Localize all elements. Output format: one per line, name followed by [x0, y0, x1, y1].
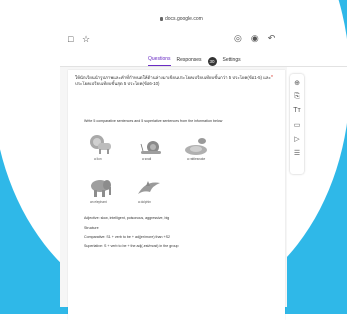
address-bar[interactable]: docs.google.com — [160, 14, 210, 23]
url-text: docs.google.com — [165, 15, 203, 22]
window-icon[interactable]: □ — [68, 34, 73, 44]
snake-caption: a rattlesnake — [187, 157, 206, 161]
elephant-caption: an elephant — [90, 200, 107, 204]
adjectives-text: Adjective: slow, intelligent, poisonous,… — [84, 216, 170, 220]
question-title[interactable]: ให้นักเรียนนำรูปภาพและคำที่กำหนดให้ด้านล… — [75, 75, 275, 87]
toolbar-right: ◎ ◉ ↶ — [234, 33, 275, 44]
add-question-icon[interactable]: ⊕ — [293, 78, 301, 87]
form-side-toolbar: ⊕ ⎘ Tт ▭ ▷ ☰ — [290, 74, 304, 174]
palette-icon[interactable]: ◎ — [234, 33, 242, 44]
add-section-icon[interactable]: ☰ — [293, 148, 301, 157]
add-image-icon[interactable]: ▭ — [293, 120, 301, 129]
snake-icon — [183, 136, 209, 156]
comparative-rule: Comparative: S1 + verb to be + adj(er/mo… — [84, 235, 170, 239]
undo-icon[interactable]: ↶ — [268, 33, 276, 44]
elephant-icon — [87, 176, 113, 198]
import-questions-icon[interactable]: ⎘ — [293, 92, 301, 101]
lion-icon — [87, 133, 113, 155]
dolphin-caption: a dolphin — [138, 200, 151, 204]
instruction-text: Write 5 comparative sentences and 5 supe… — [84, 119, 223, 123]
star-icon[interactable]: ☆ — [82, 34, 90, 44]
add-title-icon[interactable]: Tт — [293, 106, 301, 115]
required-marker: * — [271, 75, 273, 81]
add-video-icon[interactable]: ▷ — [293, 134, 301, 143]
tab-settings[interactable]: Settings — [223, 57, 241, 66]
toolbar-left: □ ☆ — [68, 34, 96, 45]
lion-caption: a lion — [94, 157, 102, 161]
superlative-rule: Superlative: S + verb to be + the adj(-e… — [84, 244, 179, 248]
snail-icon — [140, 140, 162, 155]
snail-caption: a snail — [142, 157, 152, 161]
responses-count-badge: 30 — [207, 56, 217, 66]
tab-questions[interactable]: Questions — [148, 56, 171, 66]
preview-icon[interactable]: ◉ — [251, 33, 259, 44]
lock-icon — [160, 16, 163, 21]
dolphin-icon — [136, 178, 162, 198]
form-tabs: Questions Responses 30 Settings — [148, 56, 241, 66]
structure-label: Structure — [84, 226, 99, 230]
tab-responses[interactable]: Responses — [177, 57, 202, 66]
